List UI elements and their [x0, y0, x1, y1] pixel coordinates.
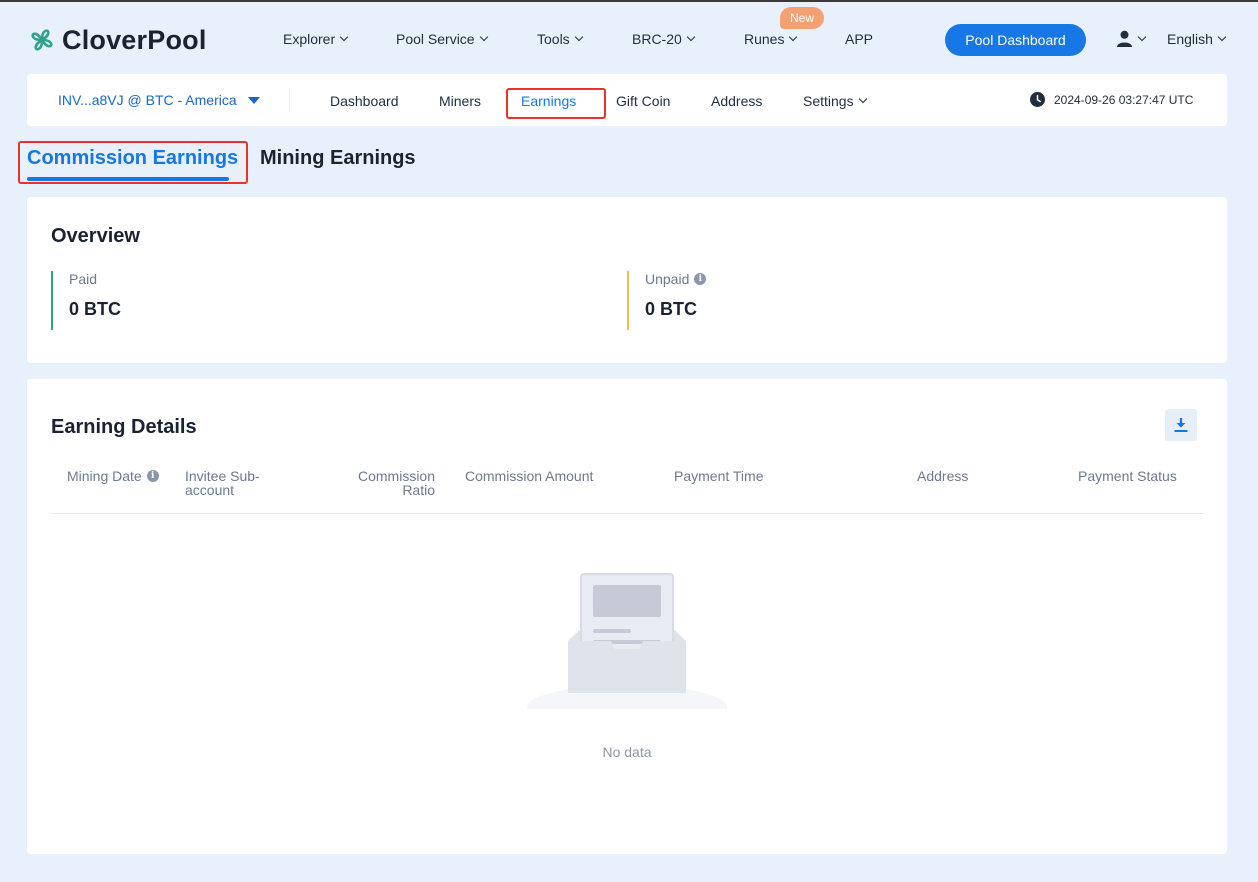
unpaid-stat: Unpaid i 0 BTC [627, 271, 707, 330]
col-ratio-line2: Ratio [402, 482, 435, 498]
col-ratio-line1: Commission [357, 468, 435, 484]
subnav-gift-coin[interactable]: Gift Coin [616, 93, 670, 109]
col-invitee-line2: account [185, 482, 235, 498]
subnav-dashboard[interactable]: Dashboard [330, 93, 399, 109]
nav-explorer[interactable]: Explorer [283, 31, 349, 47]
download-icon [1174, 418, 1188, 432]
account-selector[interactable]: INV...a8VJ @ BTC - America [58, 92, 260, 108]
nav-app-label: APP [845, 31, 874, 47]
col-payment-status: Payment Status [1078, 468, 1177, 484]
nav-pool-service-label: Pool Service [396, 31, 475, 47]
paid-label-text: Paid [69, 271, 98, 287]
nav-runes-label: Runes [744, 31, 785, 47]
language-label: English [1167, 31, 1213, 47]
empty-inbox-icon [527, 573, 727, 709]
datetime-text: 2024-09-26 03:27:47 UTC [1054, 92, 1194, 107]
user-icon [1117, 30, 1132, 47]
nav-tools[interactable]: Tools [537, 31, 583, 47]
server-time: 2024-09-26 03:27:47 UTC [1030, 92, 1193, 107]
tab-mining-earnings[interactable]: Mining Earnings [260, 147, 416, 170]
col-payment-time: Payment Time [674, 468, 764, 484]
user-menu[interactable] [1116, 30, 1147, 47]
paid-label: Paid [69, 271, 121, 287]
earning-details-title: Earning Details [51, 416, 197, 438]
col-mining-date: Mining Date i [67, 469, 159, 483]
pool-dashboard-button[interactable]: Pool Dashboard [945, 24, 1086, 56]
subnav-settings[interactable]: Settings [803, 93, 867, 109]
nav-explorer-label: Explorer [283, 31, 336, 47]
unpaid-label: Unpaid i [645, 271, 707, 287]
earnings-highlight-box [506, 88, 606, 119]
logo-text: CloverPool [62, 24, 207, 55]
chevron-down-icon [479, 32, 488, 42]
chevron-down-icon [789, 32, 798, 42]
col-address: Address [917, 468, 969, 484]
language-selector[interactable]: English [1167, 31, 1227, 47]
commission-tab-highlight-box [18, 141, 248, 184]
clock-icon [1030, 92, 1045, 107]
info-icon[interactable]: i [694, 273, 707, 285]
clover-logo-icon [31, 29, 53, 51]
overview-title: Overview [51, 225, 140, 247]
nav-tools-label: Tools [537, 31, 570, 47]
table-header-divider [50, 513, 1204, 514]
nav-runes[interactable]: Runes [744, 31, 798, 47]
chevron-down-icon [339, 32, 349, 42]
info-icon[interactable]: i [146, 470, 159, 482]
subnav-miners[interactable]: Miners [439, 93, 481, 109]
col-invitee-sub-account: Invitee Sub- account [185, 469, 260, 497]
account-label: INV...a8VJ @ BTC - America [58, 92, 237, 108]
account-subnav: INV...a8VJ @ BTC - America Dashboard Min… [27, 74, 1227, 126]
nav-brc20-label: BRC-20 [632, 31, 682, 47]
paid-value: 0 BTC [69, 299, 122, 319]
earning-details-card: Earning Details Mining Date i Invitee Su… [27, 379, 1227, 854]
col-commission-amount: Commission Amount [465, 468, 594, 484]
subnav-settings-label: Settings [803, 93, 854, 109]
col-commission-ratio: Commission Ratio [347, 469, 435, 497]
chevron-down-icon [686, 32, 696, 42]
nav-brc20[interactable]: BRC-20 [632, 31, 696, 47]
chevron-down-icon [1217, 32, 1227, 42]
chevron-down-icon [574, 32, 583, 42]
empty-state-text: No data [602, 744, 652, 760]
unpaid-label-text: Unpaid [645, 271, 690, 287]
cloverpool-logo[interactable]: CloverPool [26, 24, 207, 56]
nav-app[interactable]: APP [845, 31, 873, 47]
chevron-down-icon [858, 94, 867, 104]
top-navigation-bar: CloverPool Explorer Pool Service Tools B… [0, 0, 1258, 76]
col-mining-date-label: Mining Date [67, 468, 142, 484]
subnav-address[interactable]: Address [711, 93, 762, 109]
nav-pool-service[interactable]: Pool Service [396, 31, 488, 47]
paid-stat: Paid 0 BTC [51, 271, 121, 330]
new-badge: New [780, 7, 824, 29]
overview-card: Overview Paid 0 BTC Unpaid i 0 BTC [27, 197, 1227, 363]
col-invitee-line1: Invitee Sub- [185, 468, 260, 484]
unpaid-value: 0 BTC [645, 299, 698, 319]
caret-down-icon [247, 96, 260, 104]
download-button[interactable] [1165, 409, 1197, 441]
chevron-down-icon [1137, 32, 1147, 41]
divider [289, 88, 290, 112]
